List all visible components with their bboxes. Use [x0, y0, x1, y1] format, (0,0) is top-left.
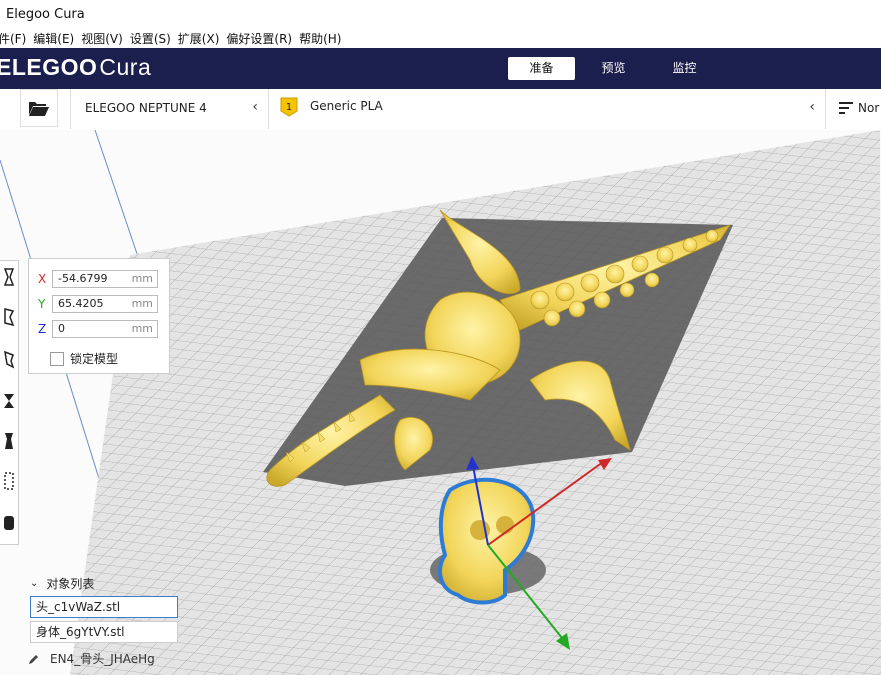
- tab-preview[interactable]: 预览: [580, 57, 647, 80]
- move-icon: [3, 268, 15, 286]
- window-title: Elegoo Cura: [6, 7, 85, 22]
- per-model-settings-button[interactable]: [0, 425, 18, 457]
- stage-tabs: 准备 预览 监控: [508, 57, 722, 80]
- folder-open-icon: [29, 102, 49, 116]
- lock-model-row[interactable]: 锁定模型: [50, 350, 118, 367]
- menu-preferences[interactable]: 偏好设置(R): [226, 30, 292, 47]
- extruder-badge-icon: 1: [280, 97, 298, 117]
- extruder-number: 1: [286, 102, 292, 113]
- menu-bar: 件(F) 编辑(E) 视图(V) 设置(S) 扩展(X) 偏好设置(R) 帮助(…: [0, 29, 881, 48]
- object-list-item[interactable]: 头_c1vWaZ.stl: [30, 596, 178, 618]
- tab-prepare[interactable]: 准备: [508, 57, 575, 80]
- support-blocker-button[interactable]: [0, 465, 18, 497]
- mirror-tool-button[interactable]: [0, 385, 18, 417]
- menu-file[interactable]: 件(F): [0, 30, 26, 47]
- object-list-header[interactable]: ⌄ 对象列表: [30, 575, 94, 592]
- tab-monitor[interactable]: 监控: [651, 57, 718, 80]
- object-list-title: 对象列表: [46, 577, 95, 591]
- rotate-icon: [4, 350, 15, 369]
- move-tool-button[interactable]: [0, 261, 18, 293]
- x-unit: mm: [131, 272, 153, 285]
- project-name-row[interactable]: EN4_骨头_JHAeHg: [28, 650, 155, 667]
- support-blocker-icon: [4, 472, 14, 490]
- menu-extensions[interactable]: 扩展(X): [178, 30, 220, 47]
- lock-model-checkbox[interactable]: [50, 351, 64, 366]
- chevron-left-icon: ‹: [252, 99, 258, 115]
- object-list-item[interactable]: 身体_6gYtVY.stl: [30, 621, 178, 643]
- chevron-down-icon: ⌄: [30, 578, 39, 589]
- menu-edit[interactable]: 编辑(E): [33, 30, 74, 47]
- printer-toolbar: ELEGOO NEPTUNE 4 ‹ 1 Generic PLA ‹ Nor: [0, 89, 881, 131]
- scale-tool-button[interactable]: [0, 301, 18, 333]
- x-position-input[interactable]: -54.6799 mm: [52, 270, 158, 288]
- chevron-left-icon: ‹: [809, 99, 815, 115]
- per-model-settings-icon: [5, 433, 13, 449]
- logo-sub-text: Cura: [99, 54, 152, 80]
- z-value: 0: [58, 322, 65, 335]
- menu-help[interactable]: 帮助(H): [299, 30, 341, 47]
- app-logo: ELEGOOCura: [0, 54, 151, 81]
- pencil-icon: [29, 654, 38, 664]
- y-unit: mm: [131, 297, 153, 310]
- z-unit: mm: [131, 322, 153, 335]
- rotate-tool-button[interactable]: [0, 343, 18, 375]
- x-row: X -54.6799 mm: [38, 269, 158, 289]
- printer-selector[interactable]: ELEGOO NEPTUNE 4 ‹: [70, 89, 269, 129]
- build-plate-scene: [0, 130, 881, 675]
- z-position-input[interactable]: 0 mm: [52, 320, 158, 338]
- material-name: Generic PLA: [310, 99, 383, 113]
- scale-icon: [4, 308, 15, 327]
- y-position-input[interactable]: 65.4205 mm: [52, 295, 158, 313]
- project-name: EN4_骨头_JHAeHg: [50, 652, 155, 666]
- open-file-button[interactable]: [20, 89, 58, 127]
- tool-rail: [0, 260, 19, 545]
- y-axis-label: Y: [38, 297, 46, 311]
- logo-main-text: ELEGOO: [0, 54, 98, 80]
- z-row: Z 0 mm: [38, 319, 158, 339]
- 3d-viewport[interactable]: [0, 130, 881, 675]
- app-header: ELEGOOCura 准备 预览 监控: [0, 48, 881, 89]
- z-axis-label: Z: [38, 322, 47, 336]
- cylinder-icon: [4, 516, 14, 530]
- x-value: -54.6799: [58, 272, 108, 285]
- material-selector[interactable]: 1 Generic PLA ‹: [270, 89, 826, 129]
- menu-view[interactable]: 视图(V): [81, 30, 123, 47]
- y-value: 65.4205: [58, 297, 104, 310]
- quality-name: Nor: [858, 101, 880, 115]
- printer-name: ELEGOO NEPTUNE 4: [85, 101, 207, 115]
- menu-settings[interactable]: 设置(S): [130, 30, 171, 47]
- settings-lines-icon: [839, 102, 853, 114]
- x-axis-label: X: [38, 272, 47, 286]
- move-tool-panel: X -54.6799 mm Y 65.4205 mm Z 0 mm 锁定模型: [28, 258, 170, 374]
- cylinder-tool-button[interactable]: [0, 507, 18, 539]
- print-settings-selector[interactable]: Nor: [827, 89, 881, 129]
- window-titlebar: Elegoo Cura: [0, 0, 881, 29]
- mirror-icon: [4, 394, 14, 408]
- y-row: Y 65.4205 mm: [38, 294, 158, 314]
- lock-model-label: 锁定模型: [70, 352, 119, 366]
